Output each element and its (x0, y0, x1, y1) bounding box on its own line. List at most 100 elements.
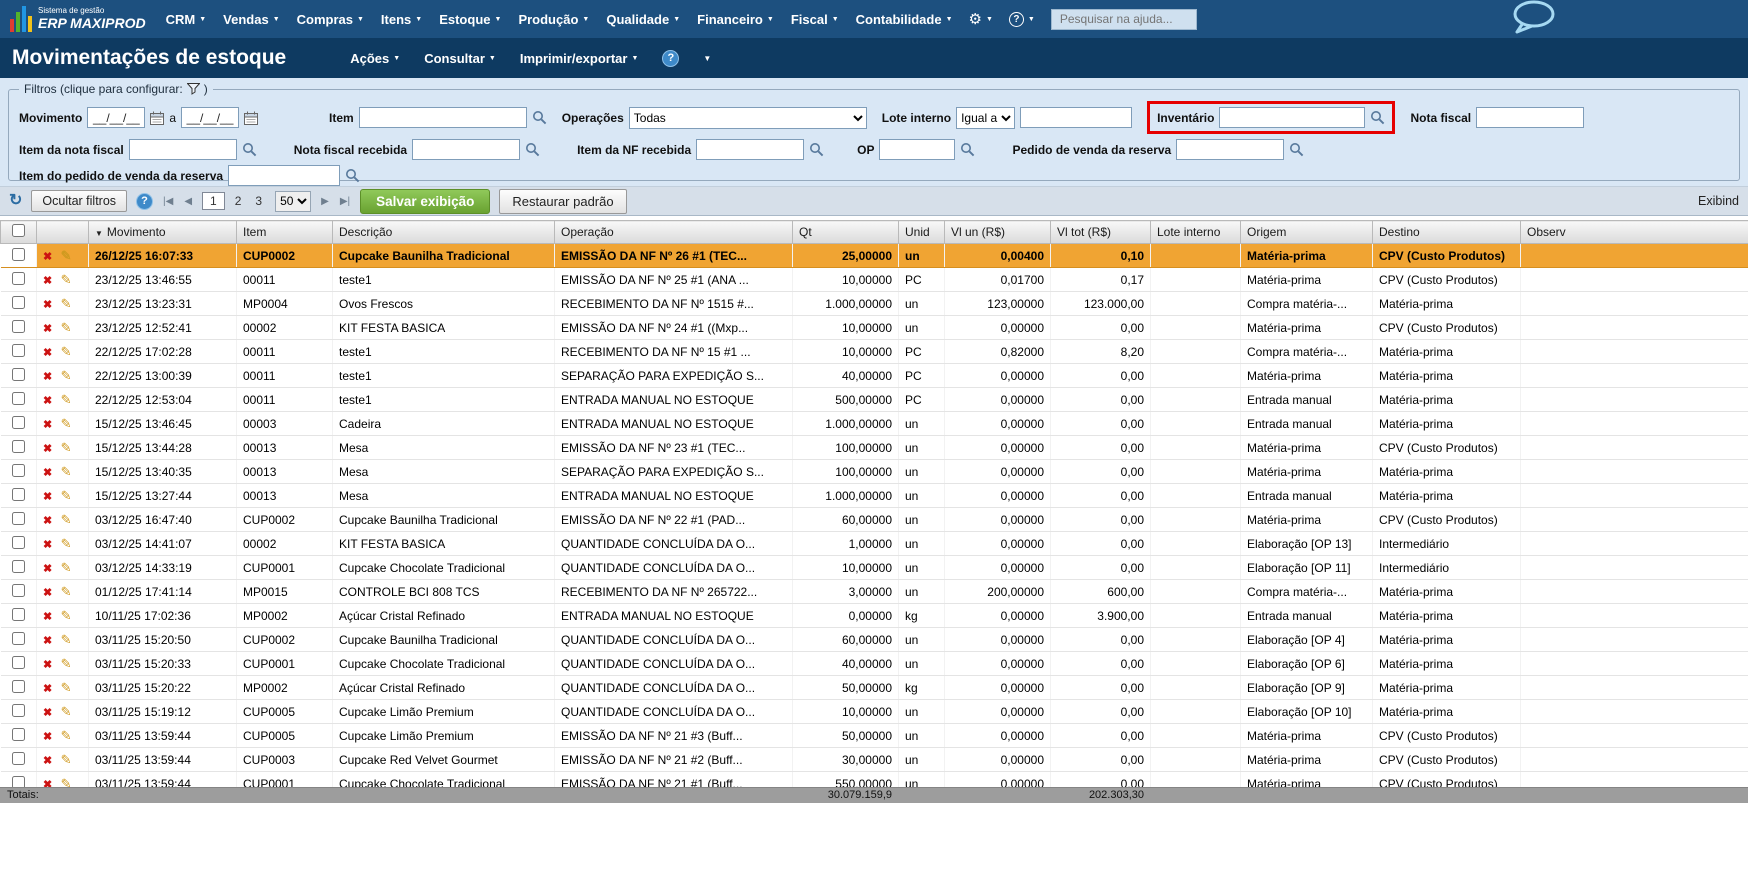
delete-icon[interactable]: ✖ (43, 419, 52, 431)
edit-pencil-icon[interactable]: ✎ (61, 272, 72, 287)
table-row[interactable]: ✖ ✎ 03/12/25 14:41:07 00002 KIT FESTA BA… (1, 532, 1748, 556)
delete-icon[interactable]: ✖ (43, 755, 52, 767)
navbar-menu-vendas[interactable]: Vendas ▼ (223, 12, 279, 27)
page-button-3[interactable]: 3 (251, 193, 266, 209)
table-row[interactable]: ✖ ✎ 15/12/25 13:27:44 00013 Mesa ENTRADA… (1, 484, 1748, 508)
edit-pencil-icon[interactable]: ✎ (61, 512, 72, 527)
row-checkbox[interactable] (12, 656, 25, 669)
table-row[interactable]: ✖ ✎ 23/12/25 12:52:41 00002 KIT FESTA BA… (1, 316, 1748, 340)
calendar-icon[interactable] (244, 111, 258, 125)
row-checkbox[interactable] (12, 248, 25, 261)
edit-pencil-icon[interactable]: ✎ (61, 584, 72, 599)
row-checkbox[interactable] (12, 560, 25, 573)
table-row[interactable]: ✖ ✎ 15/12/25 13:44:28 00013 Mesa EMISSÃO… (1, 436, 1748, 460)
edit-pencil-icon[interactable]: ✎ (61, 392, 72, 407)
movimento-date-to-input[interactable] (181, 107, 239, 128)
navbar-help-menu[interactable]: ? ▼ (1009, 12, 1035, 27)
row-checkbox[interactable] (12, 320, 25, 333)
search-icon[interactable] (809, 142, 824, 157)
titlebar-menu-consultar[interactable]: Consultar ▼ (424, 51, 496, 66)
lote-interno-operator-select[interactable]: Igual a (956, 107, 1015, 129)
calendar-icon[interactable] (150, 111, 164, 125)
edit-pencil-icon[interactable]: ✎ (61, 728, 72, 743)
row-checkbox[interactable] (12, 512, 25, 525)
edit-pencil-icon[interactable]: ✎ (61, 440, 72, 455)
delete-icon[interactable]: ✖ (43, 395, 52, 407)
edit-pencil-icon[interactable]: ✎ (61, 656, 72, 671)
search-icon[interactable] (1289, 142, 1304, 157)
delete-icon[interactable]: ✖ (43, 563, 52, 575)
navbar-menu-produ-o[interactable]: Produção ▼ (518, 12, 589, 27)
row-checkbox[interactable] (12, 416, 25, 429)
col-destino[interactable]: Destino (1373, 221, 1521, 244)
item-filter-input[interactable] (359, 107, 527, 128)
table-row[interactable]: ✖ ✎ 03/11/25 13:59:44 CUP0005 Cupcake Li… (1, 724, 1748, 748)
table-row[interactable]: ✖ ✎ 22/12/25 12:53:04 00011 teste1 ENTRA… (1, 388, 1748, 412)
search-icon[interactable] (525, 142, 540, 157)
table-row[interactable]: ✖ ✎ 22/12/25 17:02:28 00011 teste1 RECEB… (1, 340, 1748, 364)
table-row[interactable]: ✖ ✎ 03/11/25 15:20:22 MP0002 Açúcar Cris… (1, 676, 1748, 700)
hide-filters-button[interactable]: Ocultar filtros (31, 190, 127, 212)
item-nf-recebida-input[interactable] (696, 139, 804, 160)
row-checkbox[interactable] (12, 752, 25, 765)
table-row[interactable]: ✖ ✎ 23/12/25 13:46:55 00011 teste1 EMISS… (1, 268, 1748, 292)
col-vl-un[interactable]: Vl un (R$) (945, 221, 1051, 244)
refresh-icon[interactable]: ↻ (9, 193, 22, 209)
edit-pencil-icon[interactable]: ✎ (61, 464, 72, 479)
edit-pencil-icon[interactable]: ✎ (61, 560, 72, 575)
delete-icon[interactable]: ✖ (43, 587, 52, 599)
col-observacao[interactable]: Observ (1521, 221, 1748, 244)
titlebar-menu-a-es[interactable]: Ações ▼ (350, 51, 400, 66)
row-checkbox[interactable] (12, 608, 25, 621)
edit-pencil-icon[interactable]: ✎ (61, 704, 72, 719)
inventario-input[interactable] (1219, 107, 1365, 128)
delete-icon[interactable]: ✖ (43, 707, 52, 719)
navbar-menu-estoque[interactable]: Estoque ▼ (439, 12, 501, 27)
navbar-menu-contabilidade[interactable]: Contabilidade ▼ (856, 12, 953, 27)
row-checkbox[interactable] (12, 272, 25, 285)
nota-fiscal-recebida-input[interactable] (412, 139, 520, 160)
table-row[interactable]: ✖ ✎ 15/12/25 13:40:35 00013 Mesa SEPARAÇ… (1, 460, 1748, 484)
search-icon[interactable] (345, 168, 360, 183)
table-row[interactable]: ✖ ✎ 03/12/25 14:33:19 CUP0001 Cupcake Ch… (1, 556, 1748, 580)
delete-icon[interactable]: ✖ (43, 491, 52, 503)
edit-pencil-icon[interactable]: ✎ (61, 248, 72, 263)
chat-bubble-button[interactable] (1510, 0, 1556, 39)
page-button-2[interactable]: 2 (231, 193, 246, 209)
search-icon[interactable] (1370, 110, 1385, 125)
row-checkbox[interactable] (12, 344, 25, 357)
row-checkbox[interactable] (12, 296, 25, 309)
row-checkbox[interactable] (12, 464, 25, 477)
col-movimento[interactable]: ▼Movimento (89, 221, 237, 244)
row-checkbox[interactable] (12, 536, 25, 549)
delete-icon[interactable]: ✖ (43, 683, 52, 695)
edit-pencil-icon[interactable]: ✎ (61, 632, 72, 647)
pagination-first-icon[interactable]: |◀ (162, 196, 174, 207)
pedido-venda-reserva-input[interactable] (1176, 139, 1284, 160)
edit-pencil-icon[interactable]: ✎ (61, 368, 72, 383)
edit-pencil-icon[interactable]: ✎ (61, 680, 72, 695)
toolbar-help-icon[interactable]: ? (136, 193, 153, 210)
filters-legend[interactable]: Filtros (clique para configurar: ) (19, 82, 213, 96)
navbar-menu-compras[interactable]: Compras ▼ (297, 12, 364, 27)
col-lote-interno[interactable]: Lote interno (1151, 221, 1241, 244)
delete-icon[interactable]: ✖ (43, 611, 52, 623)
delete-icon[interactable]: ✖ (43, 539, 52, 551)
col-item[interactable]: Item (237, 221, 333, 244)
delete-icon[interactable]: ✖ (43, 371, 52, 383)
delete-icon[interactable]: ✖ (43, 467, 52, 479)
search-icon[interactable] (242, 142, 257, 157)
row-checkbox[interactable] (12, 704, 25, 717)
page-button-1[interactable]: 1 (202, 192, 225, 210)
edit-pencil-icon[interactable]: ✎ (61, 752, 72, 767)
op-input[interactable] (879, 139, 955, 160)
delete-icon[interactable]: ✖ (43, 323, 52, 335)
edit-pencil-icon[interactable]: ✎ (61, 344, 72, 359)
row-checkbox[interactable] (12, 440, 25, 453)
edit-pencil-icon[interactable]: ✎ (61, 536, 72, 551)
navbar-menu-crm[interactable]: CRM ▼ (166, 12, 207, 27)
edit-pencil-icon[interactable]: ✎ (61, 416, 72, 431)
col-origem[interactable]: Origem (1241, 221, 1373, 244)
col-qt[interactable]: Qt (793, 221, 899, 244)
row-checkbox[interactable] (12, 632, 25, 645)
